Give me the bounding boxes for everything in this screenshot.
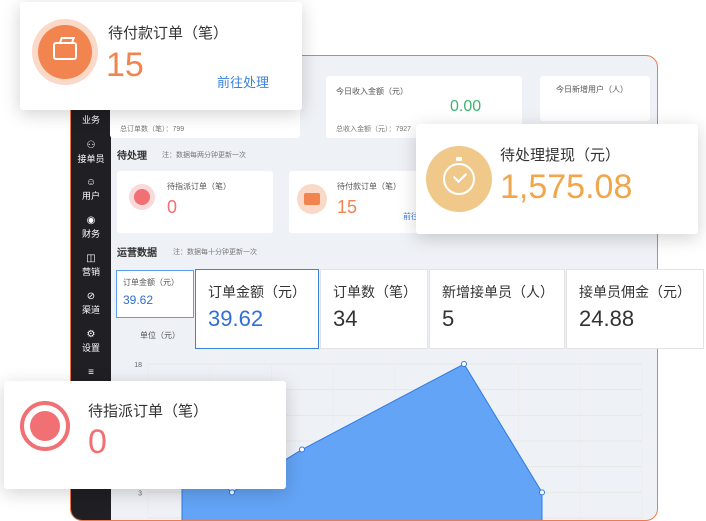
data-point[interactable] [229,489,235,496]
user-icon: ☺ [85,177,97,188]
today-income-value: 0.00 [450,98,482,115]
sidebar-item-label: 接单员 [77,154,105,164]
callout-dispatch-card[interactable]: 待指派订单（笔） 0 [4,381,286,489]
sidebar-item-business[interactable]: 业务 [71,114,111,126]
callout-payment-value: 15 [106,46,144,84]
sidebar-item-label: 设置 [81,343,100,353]
pending-title: 待处理 [117,151,147,162]
chart-unit-label: 单位（元） [140,331,180,340]
metric-value: 5 [442,306,455,331]
callout-payment-card[interactable]: 待付款订单（笔） 15 前往处理 [20,2,302,110]
sidebar-item-finance[interactable]: ◉ 财务 [71,215,111,240]
channel-icon: ⊘ [86,291,96,302]
metric-label: 订单数（笔） [333,284,417,300]
sidebar-item-users[interactable]: ☺ 用户 [71,177,111,202]
metric-new-couriers[interactable]: 新增接单员（人） 5 [429,269,565,349]
ops-small-tab-label: 订单金额（元） [123,278,179,287]
callout-dispatch-label: 待指派订单（笔） [88,403,209,420]
settings-icon: ⚙ [86,329,96,340]
sidebar-item-label: 渠道 [81,305,100,315]
total-income-label: 总收入金额（元）：7927 [336,126,412,133]
wallet-icon [32,19,98,85]
total-orders-label: 总订单数（笔）：799 [120,126,185,133]
sidebar-item-marketing[interactable]: ◫ 营销 [71,253,111,278]
sidebar-item-courier[interactable]: ⚇ 接单员 [71,140,111,165]
callout-dispatch-value: 0 [88,423,107,461]
courier-icon: ⚇ [86,140,96,151]
ops-note: 注：数据每十分钟更新一次 [173,249,257,256]
go-process-link[interactable]: 前往处理 [217,72,269,91]
wallet-icon [297,184,327,214]
y-tick-label: 3 [138,490,142,497]
sidebar-item-more[interactable]: ≡ [71,367,111,380]
stopwatch-icon [20,401,70,451]
metric-courier-commission[interactable]: 接单员佣金（元） 24.88 [566,269,704,349]
dispatch-label: 待指派订单（笔） [167,182,231,191]
new-users-label: 今日新增用户（人） [556,85,628,94]
sidebar-item-settings[interactable]: ⚙ 设置 [71,329,111,354]
pending-note: 注：数据每两分钟更新一次 [162,152,246,159]
payment-label: 待付款订单（笔） [337,182,401,191]
metric-value: 39.62 [208,306,264,331]
menu-icon: ≡ [88,367,94,378]
ops-small-tab-value: 39.62 [123,293,154,307]
callout-payment-label: 待付款订单（笔） [108,25,229,42]
ops-title: 运营数据 [117,248,157,259]
today-income-label: 今日收入金额（元） [336,87,408,96]
metric-label: 订单金额（元） [208,284,306,300]
y-tick-label: 18 [134,362,142,369]
data-point[interactable] [299,446,305,453]
metric-label: 接单员佣金（元） [579,284,691,300]
data-point[interactable] [539,489,545,496]
metric-order-count[interactable]: 订单数（笔） 34 [320,269,428,349]
pending-dispatch-card[interactable]: 待指派订单（笔） 0 [117,171,273,233]
sidebar-item-label: 财务 [81,229,100,239]
data-point[interactable] [461,361,467,367]
metric-label: 新增接单员（人） [442,284,554,300]
callout-withdraw-label: 待处理提现（元） [500,147,621,164]
callout-withdraw-card[interactable]: 待处理提现（元） 1,575.08 [416,124,698,234]
metric-order-amount[interactable]: 订单金额（元） 39.62 [195,269,319,349]
metric-value: 24.88 [579,306,635,331]
stopwatch-icon [129,184,155,210]
finance-icon: ◉ [86,215,96,226]
timer-check-icon [426,146,492,212]
sidebar-item-label: 用户 [81,191,100,201]
metric-value: 34 [333,306,358,331]
marketing-icon: ◫ [86,253,96,264]
sidebar-item-label: 业务 [81,115,100,125]
sidebar-item-label: 营销 [81,267,100,277]
sidebar-item-channel[interactable]: ⊘ 渠道 [71,291,111,316]
dispatch-value: 0 [167,197,178,217]
pending-payment-card[interactable]: 待付款订单（笔） 15 前往 [289,171,419,233]
payment-value: 15 [337,197,358,217]
ops-small-tab[interactable]: 订单金额（元） 39.62 [116,270,194,318]
stat-panel-new-users: 今日新增用户（人） [540,76,650,121]
callout-withdraw-value: 1,575.08 [500,168,633,206]
